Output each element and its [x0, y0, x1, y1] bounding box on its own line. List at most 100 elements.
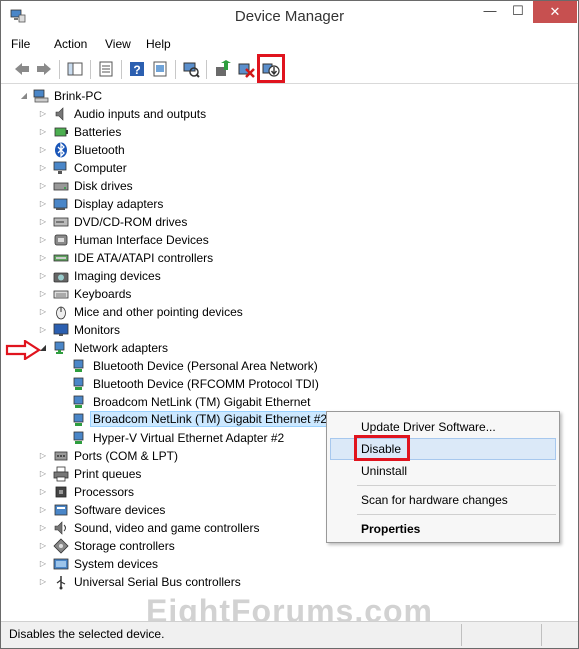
- context-menu-properties[interactable]: Properties: [361, 522, 420, 536]
- context-menu-scan-hardware[interactable]: Scan for hardware changes: [361, 493, 508, 507]
- disable-highlight-box: [354, 435, 410, 461]
- tree-category-audio[interactable]: ▷ Audio inputs and outputs: [1, 105, 578, 123]
- display-adapter-icon: [53, 198, 68, 210]
- expand-arrow-icon[interactable]: ▷: [38, 232, 48, 248]
- mouse-icon: [56, 306, 66, 320]
- tree-category-disk-drives[interactable]: ▷ Disk drives: [1, 177, 578, 195]
- help-icon[interactable]: ?: [128, 60, 146, 78]
- tree-category-imaging[interactable]: ▷ Imaging devices: [1, 267, 578, 285]
- maximize-button[interactable]: ☐: [505, 3, 531, 25]
- tree-root[interactable]: ◢ Brink-PC: [1, 87, 578, 105]
- expand-arrow-icon[interactable]: ▷: [38, 322, 48, 338]
- menu-view[interactable]: View: [105, 37, 131, 51]
- expand-arrow-icon[interactable]: ▷: [38, 556, 48, 572]
- tree-category-batteries[interactable]: ▷ Batteries: [1, 123, 578, 141]
- tree-network-child-label: Hyper-V Virtual Ethernet Adapter #2: [93, 431, 285, 445]
- expand-arrow-icon[interactable]: ▷: [38, 124, 48, 140]
- uninstall-icon[interactable]: [237, 60, 255, 78]
- system-device-icon: [53, 558, 69, 570]
- status-divider: [461, 624, 462, 646]
- toolbar-separator: [90, 60, 91, 79]
- properties-icon[interactable]: [97, 60, 115, 78]
- network-adapter-icon: [73, 359, 84, 372]
- tree-category-label: Print queues: [74, 467, 142, 481]
- context-menu-separator: [357, 485, 556, 486]
- hid-icon: [54, 234, 68, 246]
- minimize-icon: —: [483, 3, 497, 18]
- forward-icon[interactable]: [35, 60, 53, 78]
- tree-category-label: Processors: [74, 485, 135, 499]
- tree-category-monitors[interactable]: ▷ Monitors: [1, 321, 578, 339]
- expand-arrow-icon[interactable]: ▷: [38, 286, 48, 302]
- monitor-icon: [53, 323, 69, 336]
- context-menu-uninstall[interactable]: Uninstall: [361, 464, 407, 478]
- storage-icon: [53, 538, 69, 554]
- tree-category-bluetooth[interactable]: ▷ Bluetooth: [1, 141, 578, 159]
- tree-network-child[interactable]: Bluetooth Device (Personal Area Network): [1, 357, 578, 375]
- software-device-icon: [54, 504, 68, 516]
- tree-category-computer[interactable]: ▷ Computer: [1, 159, 578, 177]
- expand-arrow-icon[interactable]: ▷: [38, 484, 48, 500]
- expand-arrow-icon[interactable]: ▷: [38, 466, 48, 482]
- svg-text:?: ?: [133, 63, 140, 77]
- tree-category-system-devices[interactable]: ▷ System devices: [1, 555, 578, 573]
- tree-category-label: System devices: [74, 557, 159, 571]
- tree-category-display-adapters[interactable]: ▷ Display adapters: [1, 195, 578, 213]
- network-adapter-icon: [73, 395, 84, 408]
- tree-category-mice[interactable]: ▷ Mice and other pointing devices: [1, 303, 578, 321]
- tree-category-label: DVD/CD-ROM drives: [74, 215, 188, 229]
- collapse-arrow-icon[interactable]: ◢: [19, 88, 29, 104]
- expand-arrow-icon[interactable]: ▷: [38, 502, 48, 518]
- maximize-icon: ☐: [512, 3, 524, 18]
- tree-network-child-label: Broadcom NetLink (TM) Gigabit Ethernet #…: [90, 411, 331, 427]
- expand-arrow-icon[interactable]: ▷: [38, 196, 48, 212]
- expand-arrow-icon[interactable]: ▷: [38, 574, 48, 590]
- disk-drive-icon: [53, 182, 69, 191]
- back-icon[interactable]: [13, 60, 31, 78]
- tree-category-ide[interactable]: ▷ IDE ATA/ATAPI controllers: [1, 249, 578, 267]
- show-hide-console-tree-icon[interactable]: [66, 60, 84, 78]
- expand-arrow-icon[interactable]: ▷: [38, 250, 48, 266]
- expand-arrow-icon[interactable]: ▷: [38, 304, 48, 320]
- battery-icon: [54, 127, 68, 137]
- tree-category-label: Storage controllers: [74, 539, 175, 553]
- update-driver-icon[interactable]: [214, 60, 232, 78]
- tree-category-network-adapters[interactable]: ◢ Network adapters: [1, 339, 578, 357]
- tree-category-label: Batteries: [74, 125, 122, 139]
- tree-network-child[interactable]: Bluetooth Device (RFCOMM Protocol TDI): [1, 375, 578, 393]
- expand-arrow-icon[interactable]: ▷: [38, 538, 48, 554]
- menu-bar: File Action View Help: [1, 33, 578, 55]
- menu-file[interactable]: File: [11, 37, 30, 51]
- expand-arrow-icon[interactable]: ▷: [38, 142, 48, 158]
- expand-arrow-icon[interactable]: ▷: [38, 106, 48, 122]
- expand-arrow-icon[interactable]: ▷: [38, 214, 48, 230]
- expand-arrow-icon[interactable]: ▷: [38, 268, 48, 284]
- show-hidden-icon[interactable]: [151, 60, 169, 78]
- annotation-arrow-icon: [5, 340, 42, 360]
- context-menu-separator: [357, 514, 556, 515]
- expand-arrow-icon[interactable]: ▷: [38, 448, 48, 464]
- tree-category-usb[interactable]: ▷ Universal Serial Bus controllers: [1, 573, 578, 591]
- title-bar[interactable]: Device Manager — ☐ ✕: [1, 1, 578, 32]
- menu-action[interactable]: Action: [54, 37, 87, 51]
- tree-category-label: Audio inputs and outputs: [74, 107, 207, 121]
- tree-category-label: Display adapters: [74, 197, 164, 211]
- tree-network-child-label: Broadcom NetLink (TM) Gigabit Ethernet: [93, 395, 311, 409]
- expand-arrow-icon[interactable]: ▷: [38, 178, 48, 194]
- scan-hardware-icon[interactable]: [182, 60, 200, 78]
- close-button[interactable]: ✕: [533, 1, 577, 23]
- close-icon: ✕: [549, 4, 561, 19]
- expand-arrow-icon[interactable]: ▷: [38, 160, 48, 176]
- tree-root-label: Brink-PC: [54, 89, 103, 103]
- tree-category-dvd-drives[interactable]: ▷ DVD/CD-ROM drives: [1, 213, 578, 231]
- tree-category-label: Disk drives: [74, 179, 133, 193]
- tree-category-label: Mice and other pointing devices: [74, 305, 243, 319]
- expand-arrow-icon[interactable]: ▷: [38, 520, 48, 536]
- minimize-button[interactable]: —: [477, 3, 503, 25]
- network-adapter-icon: [73, 413, 84, 426]
- tree-category-keyboards[interactable]: ▷ Keyboards: [1, 285, 578, 303]
- tree-category-hid[interactable]: ▷ Human Interface Devices: [1, 231, 578, 249]
- context-menu-update-driver[interactable]: Update Driver Software...: [361, 420, 496, 434]
- menu-help[interactable]: Help: [146, 37, 171, 51]
- tree-network-child[interactable]: Broadcom NetLink (TM) Gigabit Ethernet: [1, 393, 578, 411]
